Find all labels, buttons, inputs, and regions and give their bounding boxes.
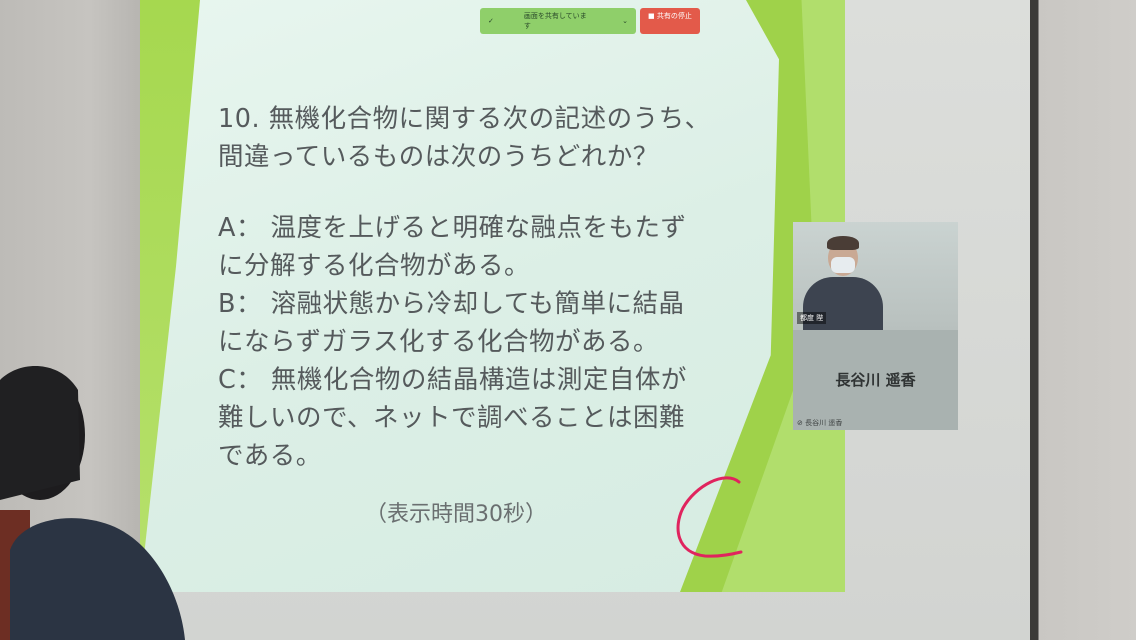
- option-c-line: C： 無機化合物の結晶構造は測定自体が: [218, 365, 687, 395]
- stop-icon: ■: [648, 12, 655, 20]
- option-a-line: に分解する化合物がある。: [218, 251, 531, 281]
- participant-video-tile[interactable]: 都度 陛 長谷川 遥香 ⊘ 長谷川 遥香: [793, 222, 958, 430]
- option-a-line: A： 温度を上げると明確な融点をもたず: [218, 213, 687, 243]
- option-c-line: 難しいので、ネットで調べることは困難: [218, 403, 685, 433]
- stop-share-button[interactable]: ■ 共有の停止: [640, 8, 700, 34]
- video-label: 都度 陛: [797, 312, 827, 324]
- sharing-status[interactable]: ✓ 画面を共有しています ⌄: [480, 8, 636, 34]
- participant-name-small: ⊘ 長谷川 遥香: [797, 419, 843, 427]
- option-c-line: である。: [218, 441, 322, 471]
- check-icon: ✓: [488, 17, 494, 25]
- chevron-down-icon: ⌄: [622, 17, 628, 25]
- sharing-status-label: 画面を共有しています: [523, 12, 587, 30]
- red-annotation-mark: [676, 476, 743, 558]
- display-time-note: （表示時間30秒）: [365, 502, 547, 527]
- question-text: 10. 無機化合物に関する次の記述のうち、 間違っているものは次のうちどれか？ …: [218, 100, 738, 475]
- participant-name: 長谷川 遥香: [835, 371, 916, 389]
- question-line: 10. 無機化合物に関する次の記述のうち、: [218, 104, 711, 134]
- audience-member: [0, 366, 185, 640]
- room-wall-right: [1030, 0, 1136, 640]
- mic-off-icon: ⊘: [797, 419, 806, 427]
- option-b-line: B： 溶融状態から冷却しても簡単に結晶: [218, 289, 685, 319]
- option-b-line: にならずガラス化する化合物がある。: [218, 327, 659, 357]
- share-toolbar: ✓ 画面を共有しています ⌄ ■ 共有の停止: [480, 8, 700, 34]
- participant-video: 都度 陛: [793, 222, 958, 330]
- question-line: 間違っているものは次のうちどれか？: [218, 142, 659, 172]
